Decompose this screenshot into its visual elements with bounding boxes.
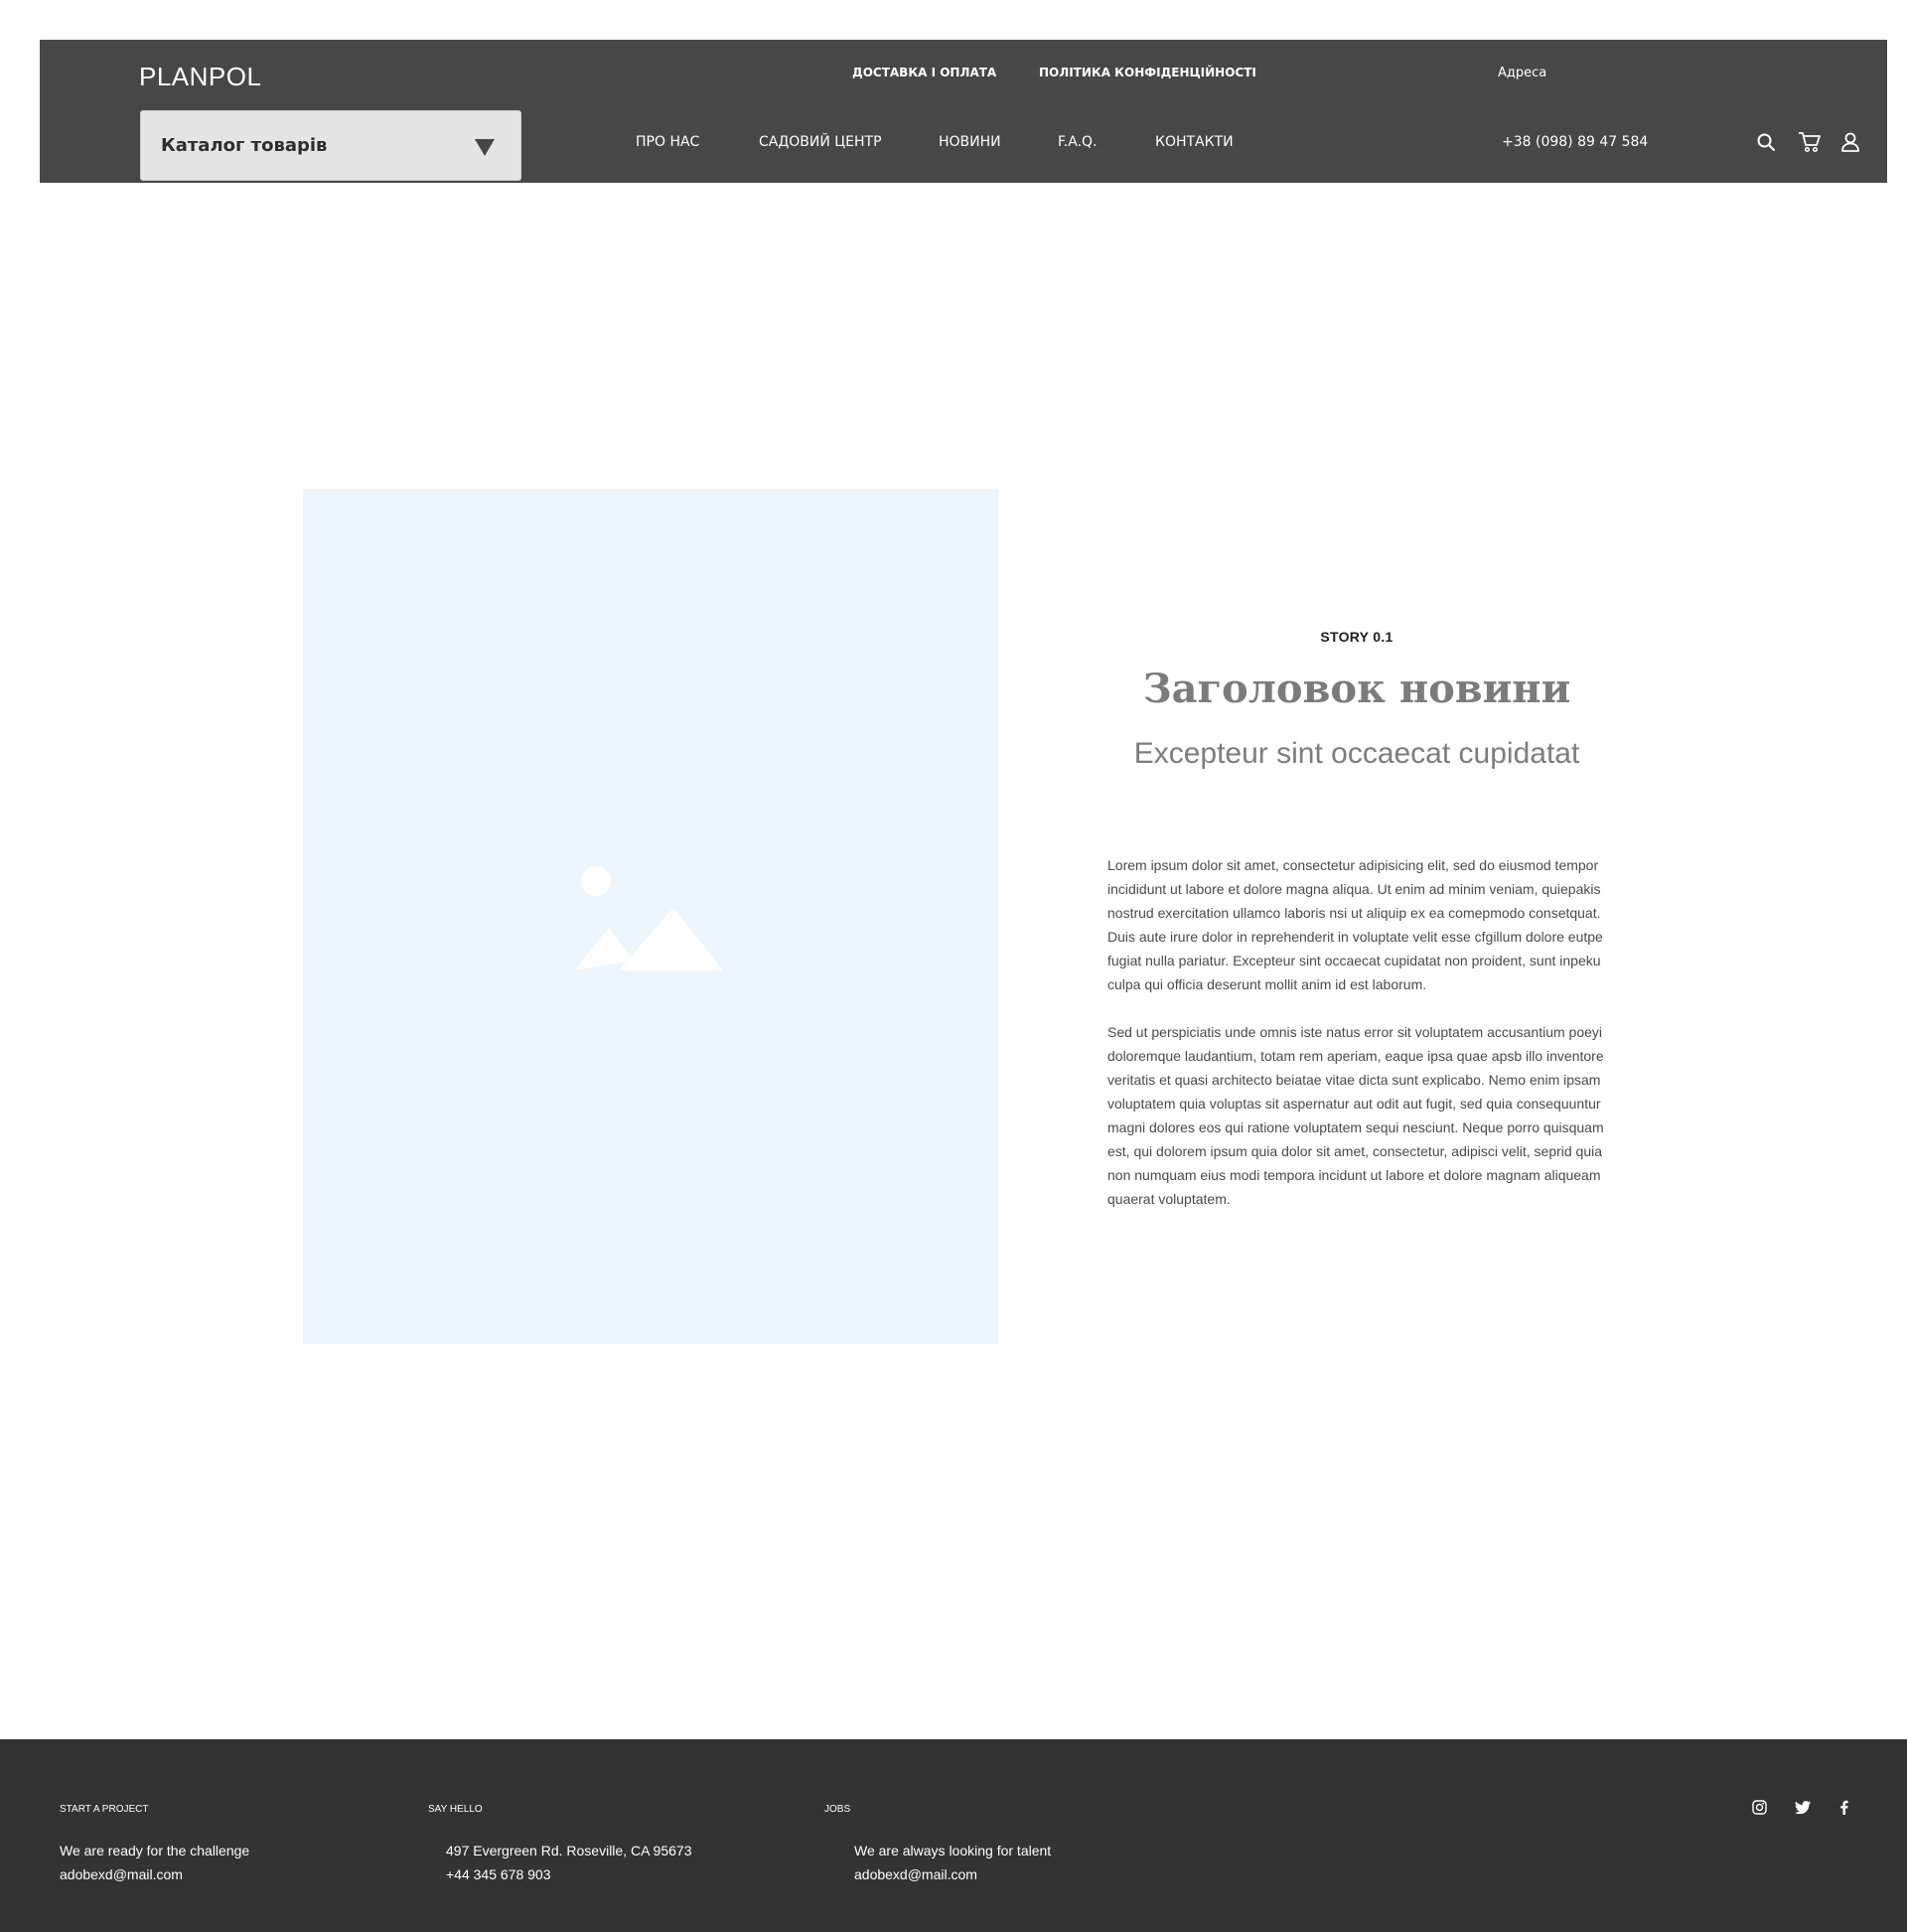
chevron-down-icon bbox=[475, 139, 495, 156]
footer-phone-link[interactable]: +44 345 678 903 bbox=[446, 1866, 551, 1882]
cart-icon[interactable] bbox=[1797, 129, 1823, 155]
user-icon[interactable] bbox=[1837, 129, 1863, 155]
article-paragraph-1: Lorem ipsum dolor sit amet, consectetur … bbox=[1107, 857, 1603, 992]
article-paragraph-2: Sed ut perspiciatis unde omnis iste natu… bbox=[1107, 1024, 1604, 1207]
nav-contacts[interactable]: КОНТАКТИ bbox=[1155, 134, 1234, 150]
story-label: STORY 0.1 bbox=[1320, 629, 1394, 645]
article-image-placeholder bbox=[303, 489, 998, 1344]
site-footer: START A PROJECT We are ready for the cha… bbox=[0, 1739, 1907, 1932]
logo[interactable]: PLANPOL bbox=[139, 62, 261, 92]
site-header: PLANPOL Каталог товарів ДОСТАВКА І ОПЛАТ… bbox=[40, 40, 1887, 183]
search-icon[interactable] bbox=[1753, 129, 1779, 155]
nav-faq[interactable]: F.A.Q. bbox=[1058, 134, 1098, 150]
footer-start-project-text: We are ready for the challenge bbox=[60, 1843, 250, 1858]
footer-jobs-text: We are always looking for talent bbox=[854, 1843, 1052, 1858]
image-placeholder-icon bbox=[574, 866, 723, 970]
nav-news[interactable]: НОВИНИ bbox=[939, 134, 1001, 150]
phone-number[interactable]: +38 (098) 89 47 584 bbox=[1502, 134, 1648, 150]
nav-garden-center[interactable]: САДОВИЙ ЦЕНТР bbox=[759, 134, 882, 150]
facebook-icon[interactable] bbox=[1834, 1798, 1852, 1816]
footer-heading-say-hello: SAY HELLO bbox=[428, 1804, 483, 1815]
footer-jobs-email-link[interactable]: adobexd@mail.com bbox=[854, 1866, 977, 1882]
news-title: Заголовок новини bbox=[1142, 666, 1571, 712]
instagram-icon[interactable] bbox=[1750, 1798, 1768, 1816]
link-privacy-policy[interactable]: ПОЛІТИКА КОНФІДЕНЦІЙНОСТІ bbox=[1039, 66, 1256, 79]
catalog-dropdown-label: Каталог товарів bbox=[161, 135, 328, 156]
footer-heading-start-project: START A PROJECT bbox=[60, 1804, 149, 1815]
catalog-dropdown[interactable]: Каталог товарів bbox=[140, 110, 521, 181]
footer-address: 497 Evergreen Rd. Roseville, CA 95673 bbox=[446, 1843, 692, 1858]
footer-heading-jobs: JOBS bbox=[824, 1804, 851, 1815]
link-delivery-payment[interactable]: ДОСТАВКА І ОПЛАТА bbox=[852, 66, 996, 79]
nav-about[interactable]: ПРО НАС bbox=[636, 134, 699, 150]
footer-email-link[interactable]: adobexd@mail.com bbox=[60, 1866, 183, 1882]
link-address[interactable]: Адреса bbox=[1498, 66, 1546, 80]
twitter-icon[interactable] bbox=[1794, 1798, 1812, 1816]
news-subtitle: Excepteur sint occaecat cupidatat bbox=[1133, 737, 1580, 770]
